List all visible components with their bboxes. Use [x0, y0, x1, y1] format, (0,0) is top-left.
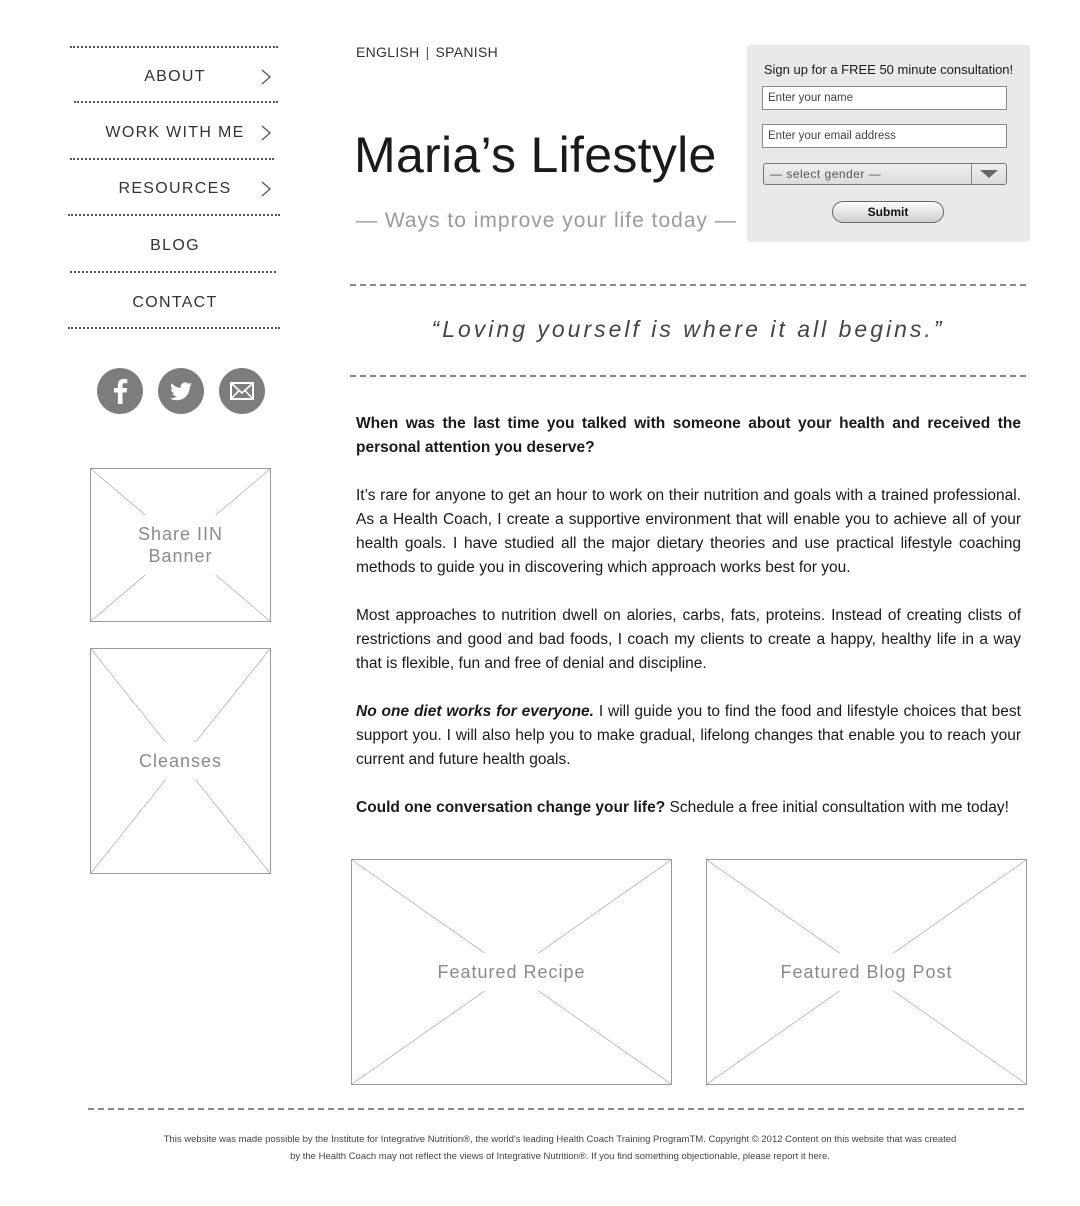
footer-line: by the Health Coach may not reflect the … [290, 1151, 830, 1162]
facebook-icon [114, 378, 128, 404]
nav-divider [68, 214, 280, 216]
select-arrow-box [971, 164, 1006, 184]
mail-icon [230, 382, 254, 400]
placeholder-label: Featured Recipe [427, 953, 596, 991]
nav-item-blog[interactable]: BLOG [70, 224, 280, 268]
chevron-right-icon [261, 69, 271, 85]
cta-text: Schedule a free initial consultation wit… [665, 799, 1009, 816]
footer: This website was made possible by the In… [100, 1131, 1020, 1165]
hero-quote: “Loving yourself is where it all begins.… [431, 316, 945, 342]
iin-banner-placeholder[interactable]: Share IIN Banner [90, 468, 271, 622]
site-title: Maria’s Lifestyle [354, 127, 717, 183]
lang-english-link[interactable]: ENGLISH [356, 44, 420, 60]
nav-item-about[interactable]: ABOUT [70, 55, 280, 99]
signup-heading: Sign up for a FREE 50 minute consultatio… [763, 62, 1014, 77]
nav-divider [70, 271, 276, 273]
featured-recipe-placeholder[interactable]: Featured Recipe [351, 859, 672, 1085]
placeholder-label: Share IIN Banner [125, 515, 236, 575]
featured-blog-post-placeholder[interactable]: Featured Blog Post [706, 859, 1027, 1085]
nav-item-work-with-me[interactable]: WORK WITH ME [70, 111, 280, 155]
submit-button[interactable]: Submit [832, 201, 944, 223]
body-paragraph: No one diet works for everyone. I will g… [356, 700, 1021, 772]
gender-select-value: — select gender — [770, 167, 882, 181]
twitter-icon [170, 382, 192, 401]
call-to-action: Could one conversation change your life?… [356, 796, 1021, 820]
placeholder-label: Featured Blog Post [770, 953, 963, 991]
gender-select[interactable]: — select gender — [763, 163, 1007, 185]
nav-item-label: CONTACT [132, 294, 218, 311]
facebook-link[interactable] [97, 368, 143, 414]
twitter-link[interactable] [158, 368, 204, 414]
nav-divider [70, 158, 274, 160]
nav-item-label: BLOG [150, 237, 200, 254]
name-field[interactable] [762, 86, 1007, 110]
lang-separator: | [425, 44, 430, 60]
lang-spanish-link[interactable]: SPANISH [436, 44, 499, 60]
body-paragraph: Most approaches to nutrition dwell on al… [356, 607, 1021, 672]
dashed-divider [350, 284, 1026, 286]
chevron-down-icon [980, 170, 998, 178]
emphasis-text: No one diet works for everyone. [356, 703, 594, 720]
cleanses-placeholder[interactable]: Cleanses [90, 648, 271, 874]
nav-item-label: RESOURCES [118, 180, 232, 197]
email-field[interactable] [762, 124, 1007, 148]
placeholder-label: Cleanses [128, 742, 233, 780]
nav-item-contact[interactable]: CONTACT [70, 281, 280, 325]
dashed-divider [350, 375, 1026, 377]
nav-item-resources[interactable]: RESOURCES [70, 167, 280, 211]
email-link[interactable] [219, 368, 265, 414]
nav-divider [74, 101, 278, 103]
chevron-right-icon [261, 181, 271, 197]
intro-question: When was the last time you talked with s… [356, 415, 1021, 456]
body-paragraph: It’s rare for anyone to get an hour to w… [356, 487, 1021, 576]
language-switcher: ENGLISH | SPANISH [356, 44, 498, 60]
footer-line: This website was made possible by the In… [163, 1134, 957, 1145]
cta-question: Could one conversation change your life? [356, 799, 666, 816]
nav-divider [68, 327, 280, 329]
site-tagline: — Ways to improve your life today — [356, 209, 737, 232]
chevron-right-icon [261, 125, 271, 141]
nav-divider [70, 46, 278, 48]
nav-item-label: WORK WITH ME [105, 124, 245, 141]
nav-item-label: ABOUT [144, 68, 206, 85]
dashed-divider [88, 1108, 1024, 1110]
consultation-signup-form: Sign up for a FREE 50 minute consultatio… [747, 45, 1030, 242]
